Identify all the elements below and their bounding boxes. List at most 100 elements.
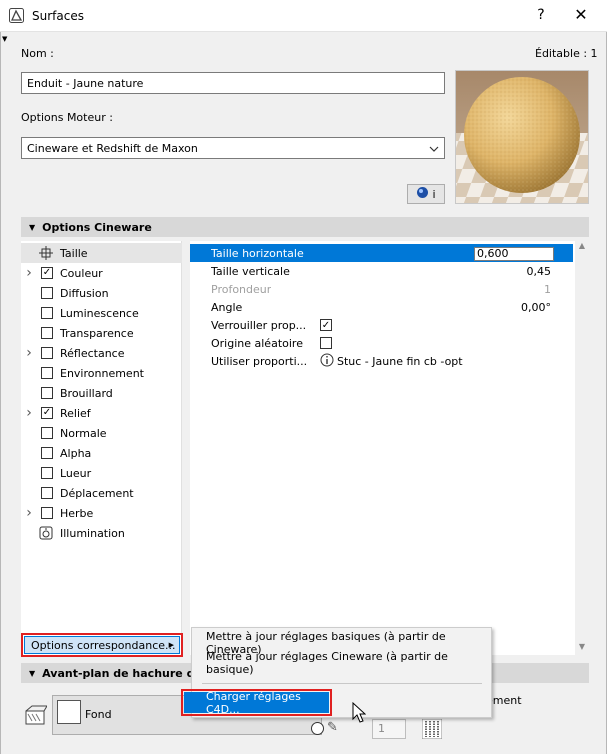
property-value[interactable]: 1 (544, 283, 551, 296)
window-left-edge (0, 32, 4, 754)
channel-item-label: Déplacement (60, 486, 134, 500)
channel-item-label: Luminescence (60, 306, 139, 320)
property-value[interactable]: 0,00° (521, 301, 551, 314)
name-field-value: Enduit - Jaune nature (27, 76, 144, 90)
channel-item-transparence[interactable]: Transparence (21, 323, 182, 343)
channel-checkbox[interactable] (41, 347, 53, 359)
channel-item-relief[interactable]: › ✓ Relief (21, 403, 182, 423)
channel-item-taille[interactable]: Taille (21, 243, 182, 263)
channel-item-brouillard[interactable]: Brouillard (21, 383, 182, 403)
linked-material-value[interactable]: Stuc - Jaune fin cb -opt (320, 353, 463, 370)
channel-item-luminescence[interactable]: Luminescence (21, 303, 182, 323)
name-label: Nom : (21, 47, 54, 60)
property-table: Taille horizontale 0,600 Taille verticale 0… (190, 241, 575, 655)
expand-arrow-icon[interactable]: › (21, 405, 37, 421)
channel-item-label: Illumination (60, 526, 125, 540)
chevron-down-icon (429, 142, 439, 155)
channel-checkbox[interactable] (41, 287, 53, 299)
matching-options-label: Options correspondance... (31, 638, 176, 652)
engine-select-value: Cineware et Redshift de Maxon (27, 141, 198, 155)
channel-item-label: Normale (60, 426, 107, 440)
scroll-down-icon[interactable]: ▼ (575, 642, 589, 654)
menu-item-update-cineware[interactable]: Mettre à jour réglages Cineware (à parti… (192, 650, 491, 676)
property-label: Taille horizontale (211, 246, 304, 260)
channel-item-diffusion[interactable]: Diffusion (21, 283, 182, 303)
channel-item-label: Brouillard (60, 386, 113, 400)
engine-options-label: Options Moteur : (21, 111, 113, 124)
channel-item-lueur[interactable]: Lueur (21, 463, 182, 483)
matching-options-button-face[interactable]: Options correspondance... ▶ (24, 636, 180, 654)
render-engine-icon (416, 186, 429, 202)
pen-icon: ✎ (327, 720, 338, 735)
property-checkbox[interactable] (320, 337, 332, 349)
menu-item-load-c4d-label: Charger réglages C4D... (206, 689, 301, 716)
expand-arrow-icon[interactable]: › (21, 345, 37, 361)
menu-item-load-c4d[interactable]: Charger réglages C4D... (181, 689, 332, 716)
expand-arrow-icon[interactable]: › (21, 265, 37, 281)
property-scrollbar[interactable] (575, 241, 589, 655)
channel-checkbox[interactable]: ✓ (41, 407, 53, 419)
channel-checkbox[interactable] (41, 447, 53, 459)
engine-select[interactable]: Cineware et Redshift de Maxon (21, 137, 445, 159)
archicad-app-icon (9, 8, 24, 23)
menu-item-load-c4d-face[interactable]: Charger réglages C4D... (184, 689, 329, 716)
hatch-pattern-icon[interactable] (421, 718, 443, 740)
property-row[interactable]: Origine aléatoire (190, 334, 573, 352)
channel-item-couleur[interactable]: › ✓ Couleur (21, 263, 182, 283)
channel-checkbox[interactable]: ✓ (41, 267, 53, 279)
close-button[interactable]: ✕ (574, 5, 588, 24)
scroll-up-icon[interactable]: ▲ (575, 241, 589, 253)
property-row[interactable]: Angle 0,00° (190, 298, 573, 316)
channel-item-illumination[interactable]: Illumination (21, 523, 182, 543)
cineware-options-title: Options Cineware (42, 220, 152, 234)
channel-item-deplacement[interactable]: Déplacement (21, 483, 182, 503)
channel-item-label: Alpha (60, 446, 92, 460)
pen-number-field[interactable]: 1 (372, 719, 406, 739)
channel-item-normale[interactable]: Normale (21, 423, 182, 443)
channel-item-environnement[interactable]: Environnement (21, 363, 182, 383)
channel-checkbox[interactable] (41, 327, 53, 339)
pen-radio[interactable] (311, 722, 324, 735)
property-value[interactable]: 0,45 (527, 265, 552, 278)
property-checkbox[interactable]: ✓ (320, 319, 332, 331)
channel-checkbox[interactable] (41, 427, 53, 439)
property-label: Verrouiller prop... (211, 318, 307, 332)
submenu-arrow-icon: ▶ (168, 641, 174, 649)
matching-options-button[interactable]: Options correspondance... ▶ (21, 633, 183, 657)
channel-checkbox[interactable] (41, 507, 53, 519)
property-value-input[interactable]: 0,600 (474, 247, 554, 261)
property-row[interactable]: Taille verticale 0,45 (190, 262, 573, 280)
channel-checkbox[interactable] (41, 487, 53, 499)
name-field[interactable]: Enduit - Jaune nature (21, 72, 445, 94)
property-row[interactable]: Verrouiller prop... ✓ (190, 316, 573, 334)
cineware-options-header[interactable]: ▼ Options Cineware (21, 217, 589, 237)
chevron-down-icon: ▼ (29, 668, 36, 678)
channel-checkbox[interactable] (41, 367, 53, 379)
channel-item-reflectance[interactable]: › Réflectance (21, 343, 182, 363)
channel-item-label: Herbe (60, 506, 94, 520)
channel-item-label: Réflectance (60, 346, 125, 360)
collapse-arrow-icon[interactable]: ▼ (2, 35, 7, 43)
channel-checkbox[interactable] (41, 307, 53, 319)
property-label: Taille verticale (211, 264, 290, 278)
property-row[interactable]: Taille horizontale 0,600 (190, 244, 573, 262)
info-button[interactable]: i (407, 184, 445, 204)
help-button[interactable]: ? (535, 7, 547, 23)
channel-checkbox[interactable] (41, 387, 53, 399)
info-circle-icon (320, 353, 334, 370)
material-preview (455, 70, 589, 204)
expand-arrow-icon[interactable]: › (21, 505, 37, 521)
window-right-edge (602, 32, 607, 754)
channel-checkbox[interactable] (41, 467, 53, 479)
property-label: Origine aléatoire (211, 336, 303, 350)
property-row[interactable]: Utiliser proporti... Stuc - Jaune fin cb … (190, 352, 573, 370)
property-row: Profondeur 1 (190, 280, 573, 298)
property-label: Profondeur (211, 282, 272, 296)
channel-item-alpha[interactable]: Alpha (21, 443, 182, 463)
channel-item-label: Environnement (60, 366, 144, 380)
background-label: Fond (85, 708, 112, 721)
chevron-down-icon: ▼ (29, 222, 36, 232)
background-color-swatch[interactable] (57, 700, 81, 724)
channel-item-herbe[interactable]: › Herbe (21, 503, 182, 523)
menu-separator (202, 683, 482, 684)
